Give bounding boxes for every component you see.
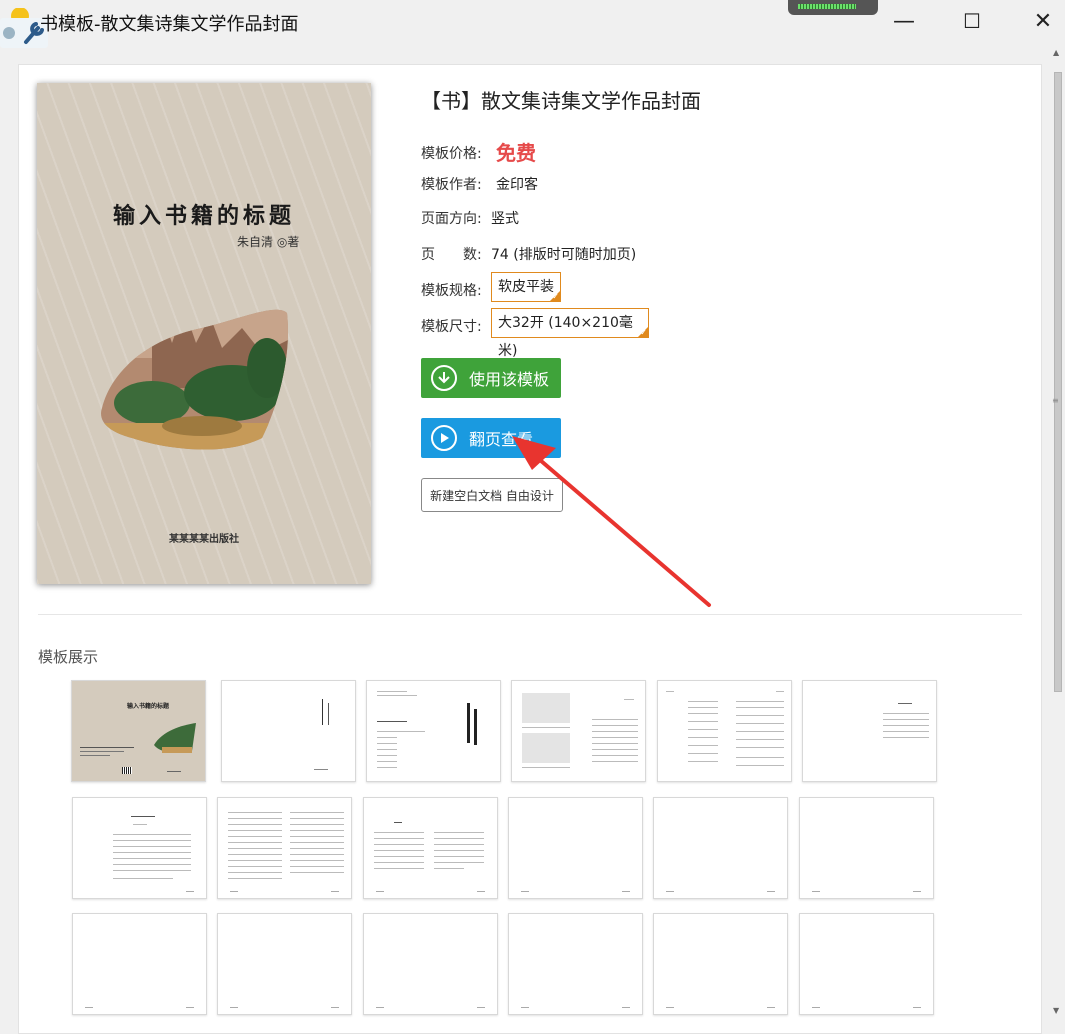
- thumbnail-page-9[interactable]: [363, 797, 498, 899]
- close-button[interactable]: ✕: [1026, 6, 1060, 36]
- cover-photo: [101, 309, 288, 450]
- thumbnail-page-6[interactable]: [802, 680, 937, 782]
- volume-meter: [788, 0, 878, 15]
- author-label: 模板作者:: [421, 177, 482, 193]
- cover-author: 朱自清 ◎著: [237, 235, 300, 249]
- orientation-label: 页面方向:: [421, 211, 482, 227]
- thumbnail-page-8[interactable]: [217, 797, 352, 899]
- title-bar: 书模板-散文集诗集文学作品封面 — ☐ ✕: [0, 0, 1065, 48]
- author-value: 金印客: [496, 177, 538, 193]
- thumbnail-page-5[interactable]: [657, 680, 792, 782]
- template-title: 【书】散文集诗集文学作品封面: [421, 89, 701, 113]
- thumbnail-page-10[interactable]: [508, 797, 643, 899]
- spec-option[interactable]: 软皮平装 ✓: [491, 272, 561, 302]
- price-value: 免费: [496, 141, 536, 165]
- thumbnail-page-11[interactable]: [653, 797, 788, 899]
- price-label: 模板价格:: [421, 146, 482, 162]
- spec-value: 软皮平装: [498, 279, 554, 295]
- new-blank-document-button[interactable]: 新建空白文档 自由设计: [421, 478, 563, 512]
- pages-value: 74 (排版时可随时加页): [491, 247, 637, 263]
- thumbnail-page-16[interactable]: [508, 913, 643, 1015]
- cover-preview[interactable]: 输入书籍的标题 朱自清 ◎著 某某某某出版社: [37, 83, 371, 584]
- thumbnail-page-2[interactable]: [221, 680, 356, 782]
- thumbnail-page-14[interactable]: [217, 913, 352, 1015]
- flip-preview-label: 翻页查看: [469, 430, 534, 449]
- minimize-button[interactable]: —: [887, 6, 921, 36]
- maximize-button[interactable]: ☐: [955, 6, 989, 36]
- grip-icon: ≡: [1052, 396, 1059, 405]
- scroll-up-icon[interactable]: ▲: [1053, 48, 1059, 57]
- scroll-down-icon[interactable]: ▼: [1053, 1006, 1059, 1015]
- size-option[interactable]: 大32开 (140×210毫米) ✓: [491, 308, 649, 359]
- pages-label: 页 数:: [421, 247, 482, 263]
- size-label: 模板尺寸:: [421, 319, 482, 335]
- orientation-value: 竖式: [491, 211, 519, 227]
- thumb1-title: 输入书籍的标题: [127, 703, 170, 710]
- thumbnail-page-1[interactable]: 输入书籍的标题: [71, 680, 206, 782]
- thumbnail-page-12[interactable]: [799, 797, 934, 899]
- section-divider: [38, 614, 1022, 615]
- use-template-label: 使用该模板: [469, 370, 550, 389]
- window-title: 书模板-散文集诗集文学作品封面: [40, 14, 299, 35]
- thumbnail-page-18[interactable]: [799, 913, 934, 1015]
- cover-publisher: 某某某某出版社: [169, 534, 239, 545]
- play-icon: [431, 425, 457, 451]
- cover-title: 输入书籍的标题: [112, 204, 295, 229]
- thumbnail-page-13[interactable]: [72, 913, 207, 1015]
- vertical-scrollbar[interactable]: ▲ ≡ ▼: [1050, 44, 1065, 1018]
- use-template-button[interactable]: 使用该模板: [421, 358, 561, 398]
- thumbnail-page-3[interactable]: [366, 680, 501, 782]
- thumbnail-page-4[interactable]: [511, 680, 646, 782]
- thumbnail-page-15[interactable]: [363, 913, 498, 1015]
- spec-label: 模板规格:: [421, 283, 482, 299]
- download-icon: [431, 365, 457, 391]
- check-icon: ✓: [552, 292, 559, 301]
- flip-preview-button[interactable]: 翻页查看: [421, 418, 561, 458]
- scroll-thumb[interactable]: [1054, 72, 1062, 692]
- thumbnail-page-17[interactable]: [653, 913, 788, 1015]
- check-icon: ✓: [640, 328, 647, 337]
- gallery-title: 模板展示: [38, 648, 99, 666]
- thumbnail-page-7[interactable]: [72, 797, 207, 899]
